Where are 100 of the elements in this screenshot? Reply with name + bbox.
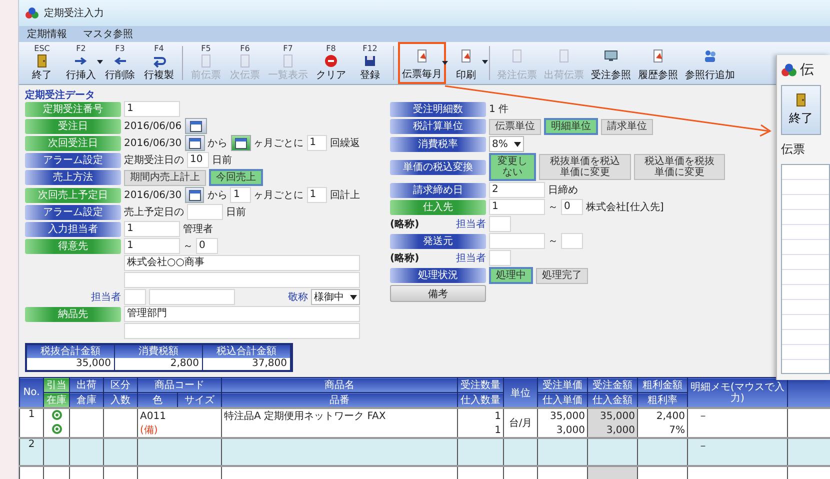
input-field[interactable]: 1 [230, 187, 251, 203]
toolbar-button[interactable]: F3 行削除 [101, 42, 139, 84]
note-text: (略称) [390, 252, 420, 265]
total-value: 37,800 [251, 358, 288, 370]
field-label: 仕入先 [390, 200, 486, 214]
caret-icon[interactable] [97, 60, 103, 64]
input-field[interactable]: 2 [489, 182, 545, 198]
input-field[interactable] [149, 289, 235, 305]
calendar-button[interactable] [184, 135, 205, 151]
door-icon [35, 54, 49, 68]
value-text: 1 件 [489, 103, 509, 116]
calendar-icon [190, 120, 202, 132]
document-icon [459, 49, 473, 63]
option-button[interactable]: 明細単位 [544, 118, 598, 135]
value-text: 回繰返 [330, 136, 360, 150]
toolbar-button[interactable]: F2 行挿入 [62, 42, 100, 84]
field-label: 得意先 [25, 238, 121, 254]
document-icon [510, 49, 524, 63]
note-text: (略称) [390, 218, 420, 231]
dropdown[interactable]: 8% [489, 136, 524, 152]
caret-icon[interactable] [442, 61, 448, 65]
notes-button[interactable]: 備考 [390, 285, 486, 302]
document-icon [238, 54, 252, 68]
total-value: 2,800 [169, 358, 200, 370]
toolbar-button[interactable]: 受注参照 [588, 42, 634, 84]
input-field[interactable]: 10 [187, 152, 209, 168]
input-field[interactable] [561, 233, 583, 249]
option-button[interactable]: 税込単価を税抜単価に変更 [634, 154, 726, 180]
input-field[interactable]: 1 [306, 135, 327, 151]
option-button[interactable]: 変更しない [489, 153, 536, 181]
toolbar-button[interactable]: F8 クリア [312, 42, 350, 84]
toolbar-button[interactable]: 印刷 [447, 42, 485, 84]
table-cell: 特注品A 定期便用ネットワーク FAX [222, 408, 458, 423]
table-cell: 3,000 [588, 423, 638, 438]
floppy-icon [363, 54, 377, 68]
value-text: ヶ月ごとに [254, 137, 304, 150]
value-text: 2016/06/06 [124, 120, 182, 132]
input-field[interactable]: 1 [489, 199, 545, 215]
menu-item[interactable]: マスタ参照 [83, 27, 133, 41]
input-field[interactable] [489, 216, 511, 232]
value-text: 株式会社[仕入先] [586, 200, 664, 214]
column-header: 引当 [44, 378, 70, 392]
input-field[interactable] [124, 272, 360, 288]
column-header: 区分 [104, 378, 138, 392]
option-button[interactable]: 期間内売上計上 [124, 170, 206, 186]
dropdown[interactable]: 様御中 [311, 289, 360, 305]
value-text: 2016/06/30 [124, 138, 182, 148]
input-field[interactable] [187, 204, 223, 220]
toolbar-button[interactable]: 伝票毎月 [398, 42, 446, 84]
document-icon [281, 54, 295, 68]
input-field[interactable] [489, 250, 511, 266]
caret-icon[interactable] [482, 60, 488, 64]
value-text: 管理者 [183, 222, 213, 236]
column-header: 商品コード [138, 378, 222, 392]
field-caption: 敬称 [288, 291, 308, 304]
field-label: アラーム設定 [25, 204, 121, 220]
input-field[interactable]: 1 [124, 238, 180, 254]
calendar-icon [234, 138, 247, 148]
field-label: 納品先 [25, 306, 121, 322]
exit-button[interactable]: 終了 [781, 85, 821, 135]
field-label: 伝票 [781, 141, 806, 158]
input-field[interactable]: 1 [124, 221, 180, 237]
option-button[interactable]: 処理完了 [536, 268, 588, 284]
value-text: 回計上 [330, 188, 360, 202]
field-label: 次回売上予定日 [25, 188, 121, 202]
option-button[interactable]: 請求単位 [601, 118, 653, 134]
column-header: 税込合計金額 [203, 345, 290, 358]
calendar-button[interactable] [184, 118, 207, 134]
value-text: から [207, 189, 228, 202]
calendar-button[interactable] [230, 135, 251, 151]
input-field[interactable] [124, 289, 146, 305]
column-header: 明細メモ(マウスで入力) [688, 378, 788, 408]
input-field[interactable]: 1 [124, 101, 180, 117]
input-field[interactable]: 1 [306, 187, 327, 203]
value-text: 売上予定日の [124, 206, 184, 219]
field-label: 次回受注日 [25, 136, 121, 150]
calendar-icon [188, 190, 201, 200]
calendar-button[interactable] [184, 187, 204, 203]
option-button[interactable]: 伝票単位 [489, 118, 541, 134]
column-header: 受注単価 [538, 378, 588, 392]
input-field[interactable] [124, 323, 360, 339]
toolbar-button[interactable]: F12 登録 [351, 42, 389, 84]
toolbar-button[interactable]: 履歴参照 [635, 42, 681, 84]
input-field[interactable] [489, 233, 545, 249]
field-label: 単価の税込変換 [390, 160, 486, 174]
input-field[interactable]: 0 [561, 199, 583, 215]
input-field[interactable]: 管理部門 [124, 306, 360, 322]
toolbar-button[interactable]: ESC 終了 [23, 42, 61, 84]
value-text: ～ [183, 240, 193, 253]
people-icon [703, 49, 717, 63]
input-field[interactable]: 0 [196, 238, 218, 254]
option-button[interactable]: 処理中 [489, 267, 533, 284]
option-button[interactable]: 税抜単価を税込単価に変更 [539, 154, 631, 180]
option-button[interactable]: 今回売上 [209, 169, 263, 186]
toolbar-button[interactable]: F4 行複製 [140, 42, 178, 84]
input-field[interactable]: 株式会社○○商事 [124, 255, 360, 271]
value-text: ～ [548, 235, 558, 248]
menu-item[interactable]: 定期情報 [27, 27, 67, 41]
toolbar-button[interactable]: 参照行追加 [682, 42, 738, 84]
value-text: ヶ月ごとに [254, 189, 304, 202]
